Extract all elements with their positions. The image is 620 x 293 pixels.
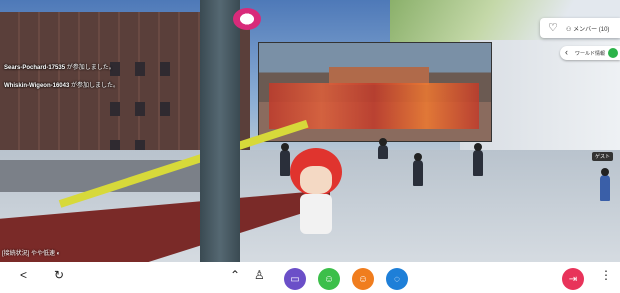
chat-button[interactable]: ◌ [386, 268, 408, 290]
player-avatar [286, 148, 346, 238]
npc-avatar[interactable] [413, 153, 423, 186]
members-label: メンバー (10) [573, 27, 610, 33]
connection-status: [接続状況] やや低速 ◐ [2, 251, 61, 257]
chat-text: が参加しました。 [70, 83, 119, 89]
chevron-up-icon[interactable]: ⌃ [230, 268, 240, 282]
chevron-left-icon[interactable]: ‹ [565, 47, 568, 57]
members-icon: ⚇ [566, 27, 572, 33]
chat-username: Sears-Pochard-17535 [4, 65, 66, 71]
avatar-name-tag: ゲスト [592, 152, 614, 161]
member-count-button[interactable]: ⚇ メンバー (10) [566, 24, 609, 33]
npc-avatar[interactable] [600, 168, 610, 201]
chat-text: が参加しました。 [66, 65, 115, 71]
heart-icon[interactable]: ♡ [548, 21, 558, 34]
emote-button[interactable]: ☺ [318, 268, 340, 290]
rotate-icon[interactable]: ↻ [54, 268, 64, 282]
emoji-button[interactable]: ☺ [352, 268, 374, 290]
more-icon[interactable]: ⋮ [600, 268, 612, 282]
world-info-label: ワールド情報 [575, 51, 606, 57]
chat-message: Sears-Pochard-17535 が参加しました。 [4, 62, 115, 71]
camera-button[interactable]: ▭ [284, 268, 306, 290]
chat-username: Whiskin-Wigeon-16043 [4, 83, 70, 89]
npc-avatar[interactable] [378, 138, 388, 159]
exit-button[interactable]: ⇥ [562, 268, 584, 290]
share-icon[interactable]: < [20, 268, 27, 282]
npc-avatar[interactable] [473, 143, 483, 176]
chat-message: Whiskin-Wigeon-16043 が参加しました。 [4, 80, 119, 89]
pillar [200, 0, 240, 262]
3d-viewport[interactable] [0, 0, 620, 262]
person-icon[interactable]: ♙ [254, 268, 265, 282]
balloon [233, 8, 261, 30]
status-indicator [608, 48, 618, 58]
bottom-toolbar [0, 262, 620, 293]
